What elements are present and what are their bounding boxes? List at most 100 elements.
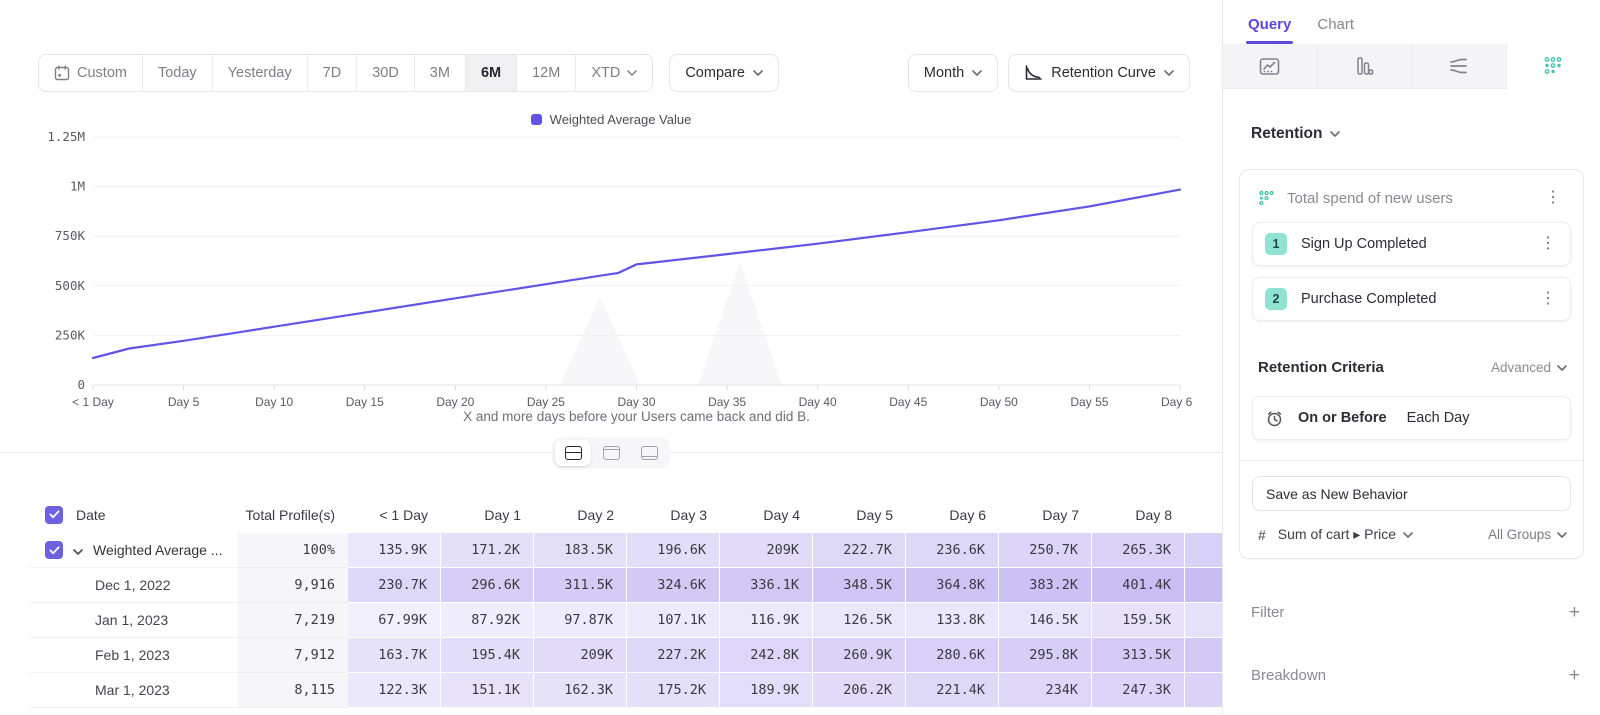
range-button-xtd[interactable]: XTD (576, 55, 652, 91)
retention-value-cell[interactable]: 67.99K (348, 603, 441, 638)
retention-value-cell[interactable]: 364.8K (906, 568, 999, 603)
chart-view-button[interactable] (593, 440, 629, 466)
retention-value-cell[interactable]: 195.4K (441, 638, 534, 673)
tab-chart[interactable]: Chart (1317, 16, 1354, 44)
retention-value-cell[interactable]: 221.4K (906, 673, 999, 708)
retention-value-cell[interactable]: 209K (720, 533, 813, 568)
retention-value-cell[interactable]: 183.5K (534, 533, 627, 568)
column-header[interactable]: Day 7 (999, 496, 1092, 533)
total-profiles-cell[interactable]: 8,115 (238, 673, 348, 708)
column-header[interactable]: Day 5 (813, 496, 906, 533)
table-view-button[interactable] (631, 440, 667, 466)
kebab-menu-icon[interactable]: ⋮ (1534, 289, 1562, 309)
column-header[interactable]: Day 3 (627, 496, 720, 533)
total-profiles-cell[interactable]: 7,912 (238, 638, 348, 673)
column-header[interactable]: Day 6 (906, 496, 999, 533)
column-header[interactable]: Day 2 (534, 496, 627, 533)
range-button-3m[interactable]: 3M (415, 55, 466, 91)
column-header[interactable]: Day 8 (1092, 496, 1185, 533)
behavior-step-sign-up-completed[interactable]: 1Sign Up Completed⋮ (1252, 222, 1571, 266)
total-profiles-cell[interactable]: 9,916 (238, 568, 348, 603)
range-button-6m[interactable]: 6M (466, 55, 517, 91)
measure-dropdown[interactable]: Sum of cart ▸ Price (1278, 526, 1476, 543)
retention-value-cell[interactable]: 280.6K (906, 638, 999, 673)
retention-value-cell[interactable]: 116.9K (720, 603, 813, 638)
table-row-label[interactable]: Dec 1, 2022 (30, 568, 238, 603)
tab-insights[interactable] (1223, 44, 1318, 89)
tab-flows[interactable] (1412, 44, 1507, 89)
save-as-new-behavior-button[interactable]: Save as New Behavior (1252, 476, 1571, 511)
retention-value-cell[interactable]: 175.2K (627, 673, 720, 708)
retention-value-cell[interactable]: 242.8K (720, 638, 813, 673)
tab-funnels[interactable] (1318, 44, 1413, 89)
chart-type-dropdown[interactable]: Retention Curve (1008, 54, 1190, 92)
compare-button[interactable]: Compare (669, 54, 779, 92)
retention-value-cell[interactable]: 126.5K (813, 603, 906, 638)
retention-value-cell[interactable]: 209K (534, 638, 627, 673)
behavior-type-dropdown[interactable]: Retention (1251, 125, 1600, 143)
retention-value-cell[interactable]: 295.8K (999, 638, 1092, 673)
range-button-12m[interactable]: 12M (517, 55, 576, 91)
retention-value-cell[interactable]: 206.2K (813, 673, 906, 708)
retention-value-cell[interactable]: 227.2K (627, 638, 720, 673)
column-header[interactable]: < 1 Day (348, 496, 441, 533)
on-or-before-selector[interactable]: On or Before Each Day (1252, 396, 1571, 440)
retention-value-cell[interactable]: 250.7K (999, 533, 1092, 568)
retention-value-cell[interactable]: 122.3K (348, 673, 441, 708)
retention-value-cell[interactable]: 230.7K (348, 568, 441, 603)
tab-query[interactable]: Query (1248, 16, 1291, 44)
kebab-menu-icon[interactable]: ⋮ (1539, 188, 1567, 208)
retention-value-cell[interactable]: 296.6K (441, 568, 534, 603)
total-profiles-cell[interactable]: 100% (238, 533, 348, 568)
retention-value-cell[interactable]: 383.2K (999, 568, 1092, 603)
retention-value-cell[interactable]: 401.4K (1092, 568, 1185, 603)
split-view-button[interactable] (555, 440, 591, 466)
expand-row-chevron[interactable] (73, 542, 83, 558)
retention-value-cell[interactable]: 171.2K (441, 533, 534, 568)
retention-value-cell[interactable]: 135.9K (348, 533, 441, 568)
retention-value-cell[interactable]: 336.1K (720, 568, 813, 603)
granularity-dropdown[interactable]: Month (908, 54, 998, 92)
add-breakdown-button[interactable]: + (1569, 666, 1580, 685)
line-chart-svg[interactable]: 0250K500K750K1M1.25M< 1 DayDay 5Day 10Da… (30, 125, 1192, 410)
groups-dropdown[interactable]: All Groups (1488, 527, 1567, 542)
range-button-yesterday[interactable]: Yesterday (213, 55, 308, 91)
retention-value-cell[interactable]: 311.5K (534, 568, 627, 603)
retention-value-cell[interactable]: 163.7K (348, 638, 441, 673)
retention-value-cell[interactable]: 162.3K (534, 673, 627, 708)
behavior-step-purchase-completed[interactable]: 2Purchase Completed⋮ (1252, 277, 1571, 321)
retention-value-cell[interactable]: 196.6K (627, 533, 720, 568)
retention-value-cell[interactable]: 87.92K (441, 603, 534, 638)
retention-value-cell[interactable]: 324.6K (627, 568, 720, 603)
column-header[interactable]: Total Profile(s) (238, 496, 348, 533)
retention-value-cell[interactable]: 222.7K (813, 533, 906, 568)
retention-value-cell[interactable]: 234K (999, 673, 1092, 708)
retention-value-cell[interactable]: 97.87K (534, 603, 627, 638)
row-checkbox[interactable] (45, 506, 63, 524)
retention-value-cell[interactable]: 265.3K (1092, 533, 1185, 568)
range-button-today[interactable]: Today (143, 55, 213, 91)
retention-value-cell[interactable]: 313.5K (1092, 638, 1185, 673)
retention-value-cell[interactable]: 159.5K (1092, 603, 1185, 638)
retention-value-cell[interactable]: 348.5K (813, 568, 906, 603)
retention-value-cell[interactable]: 133.8K (906, 603, 999, 638)
column-header[interactable]: Day 4 (720, 496, 813, 533)
table-row-label[interactable]: Weighted Average ... (30, 533, 238, 568)
retention-value-cell[interactable]: 189.9K (720, 673, 813, 708)
retention-value-cell[interactable]: 146.5K (999, 603, 1092, 638)
criteria-mode-dropdown[interactable]: Advanced (1491, 360, 1567, 375)
column-header[interactable]: Day 1 (441, 496, 534, 533)
retention-value-cell[interactable]: 107.1K (627, 603, 720, 638)
kebab-menu-icon[interactable]: ⋮ (1534, 234, 1562, 254)
range-button-custom[interactable]: Custom (39, 55, 143, 91)
range-button-7d[interactable]: 7D (308, 55, 358, 91)
retention-value-cell[interactable]: 260.9K (813, 638, 906, 673)
column-header[interactable]: Date (30, 496, 238, 533)
table-row-label[interactable]: Jan 1, 2023 (30, 603, 238, 638)
total-profiles-cell[interactable]: 7,219 (238, 603, 348, 638)
retention-value-cell[interactable]: 151.1K (441, 673, 534, 708)
row-checkbox[interactable] (45, 541, 63, 559)
add-filter-button[interactable]: + (1569, 603, 1580, 622)
table-row-label[interactable]: Mar 1, 2023 (30, 673, 238, 708)
range-button-30d[interactable]: 30D (357, 55, 415, 91)
